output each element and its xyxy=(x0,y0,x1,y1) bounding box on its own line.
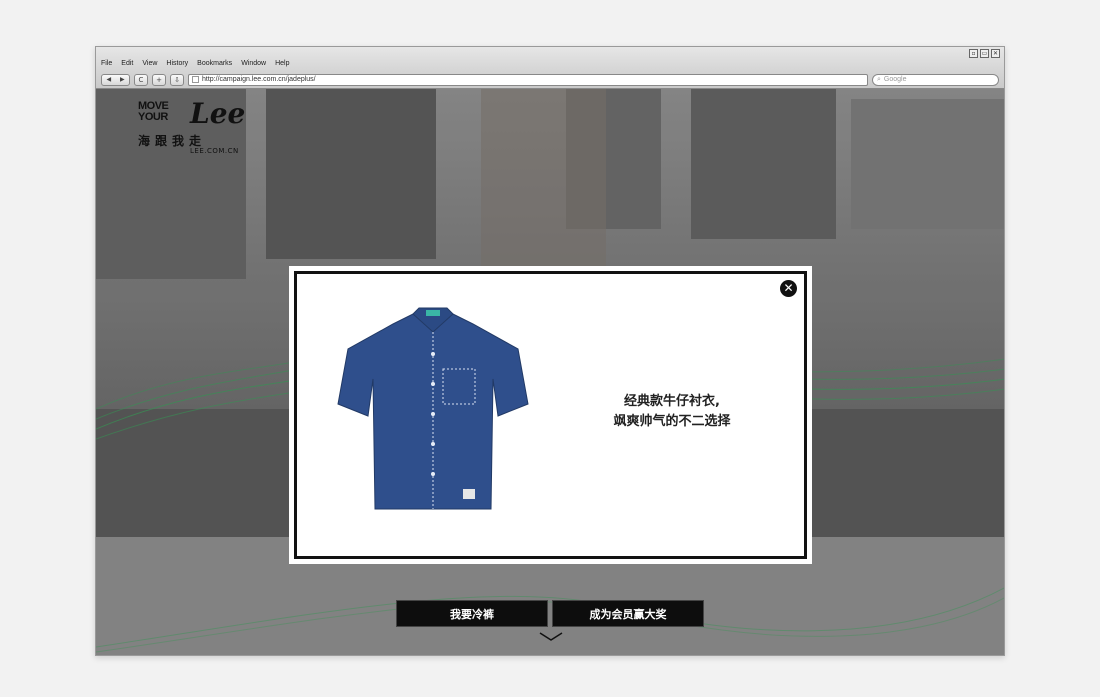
close-window-button[interactable]: ✕ xyxy=(991,49,1000,58)
menu-window[interactable]: Window xyxy=(241,60,266,67)
lee-logo[interactable]: MOVE YOUR Lee 海跟我走 LEE.COM.CN xyxy=(138,97,245,155)
browser-toolbar: ◀ ▶ C + ⇩ http://campaign.lee.com.cn/jad… xyxy=(101,73,999,86)
url-text: http://campaign.lee.com.cn/jadeplus/ xyxy=(202,76,316,83)
become-member-button[interactable]: 成为会员赢大奖 xyxy=(552,600,704,627)
close-icon[interactable]: ✕ xyxy=(780,280,797,297)
reload-button[interactable]: C xyxy=(134,73,148,86)
add-tab-button[interactable]: + xyxy=(152,73,166,86)
address-bar[interactable]: http://campaign.lee.com.cn/jadeplus/ xyxy=(188,73,868,86)
want-pants-button[interactable]: 我要冷裤 xyxy=(396,600,548,627)
logo-site: LEE.COM.CN xyxy=(190,147,239,155)
logo-brand: Lee xyxy=(190,97,246,130)
logo-tagline: MOVE YOUR xyxy=(138,101,169,123)
window-controls: ▫ ▭ ✕ xyxy=(969,49,1000,58)
nav-buttons: ◀ ▶ xyxy=(101,73,130,86)
forward-icon[interactable]: ▶ xyxy=(116,76,130,83)
menu-bar: File Edit View History Bookmarks Window … xyxy=(101,60,290,67)
product-caption: 经典款牛仔衬衣, 飒爽帅气的不二选择 xyxy=(602,392,742,432)
caption-line2: 飒爽帅气的不二选择 xyxy=(613,414,731,429)
menu-file[interactable]: File xyxy=(101,60,112,67)
browser-window: ▫ ▭ ✕ File Edit View History Bookmarks W… xyxy=(95,46,1005,656)
page-viewport: MOVE YOUR Lee 海跟我走 LEE.COM.CN ✕ 经典款牛仔衬衣,… xyxy=(96,89,1004,655)
page-icon xyxy=(192,76,199,83)
chevron-down-icon[interactable] xyxy=(539,632,563,642)
search-placeholder: Google xyxy=(883,76,907,83)
downloads-button[interactable]: ⇩ xyxy=(170,73,184,86)
caption-line1: 经典款牛仔衬衣, xyxy=(624,394,720,409)
menu-bookmarks[interactable]: Bookmarks xyxy=(197,60,232,67)
back-icon[interactable]: ◀ xyxy=(102,76,116,83)
menu-history[interactable]: History xyxy=(166,60,188,67)
minimize-button[interactable]: ▫ xyxy=(969,49,978,58)
menu-view[interactable]: View xyxy=(142,60,157,67)
menu-edit[interactable]: Edit xyxy=(121,60,133,67)
logo-line2: YOUR xyxy=(138,111,168,123)
cta-group: 我要冷裤 成为会员赢大奖 xyxy=(396,600,704,627)
product-modal: ✕ 经典款牛仔衬衣, 飒爽帅气的不二选择 xyxy=(289,266,812,564)
modal-frame: ✕ 经典款牛仔衬衣, 飒爽帅气的不二选择 xyxy=(294,271,807,559)
search-icon: ⌕ xyxy=(877,75,881,83)
browser-chrome: ▫ ▭ ✕ File Edit View History Bookmarks W… xyxy=(96,47,1004,89)
menu-help[interactable]: Help xyxy=(275,60,289,67)
maximize-button[interactable]: ▭ xyxy=(980,49,989,58)
search-field[interactable]: ⌕ Google xyxy=(872,73,999,86)
denim-shirt-image xyxy=(337,307,529,510)
